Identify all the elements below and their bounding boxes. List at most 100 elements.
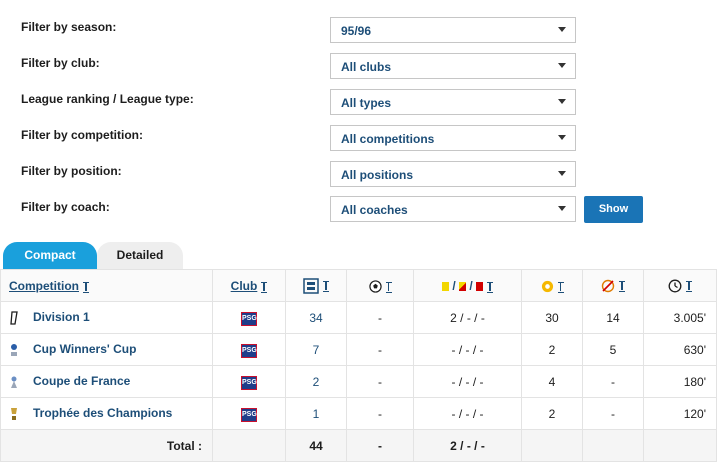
competition-select-value: All competitions [341, 132, 435, 146]
competition-select[interactable]: All competitions [330, 125, 576, 151]
sort-icon[interactable] [83, 281, 89, 293]
cards-cell: - / - / - [413, 333, 522, 366]
assists-cell: 4 [521, 365, 583, 398]
sort-icon[interactable] [619, 281, 625, 293]
appearances-cell[interactable]: 7 [285, 333, 347, 366]
position-select-value: All positions [341, 168, 413, 182]
subbed-off-cell: - [582, 397, 644, 430]
header-goals[interactable] [346, 269, 414, 302]
substitution-icon [601, 279, 615, 293]
header-appearances[interactable] [285, 269, 347, 302]
club-logo[interactable]: PSG [241, 312, 257, 326]
header-competition-label[interactable]: Competition [9, 279, 79, 293]
header-subbed-off[interactable] [582, 269, 644, 302]
total-label: Total : [0, 429, 213, 462]
table-row: Trophée des Champions PSG 1 - - / - / - … [0, 397, 717, 430]
total-goals: - [346, 429, 414, 462]
competition-name-link[interactable]: Trophée des Champions [33, 406, 172, 420]
appearances-cell[interactable]: 2 [285, 365, 347, 398]
filter-panel: Filter by season: 95/96 Filter by club: … [0, 0, 720, 240]
subbed-off-cell: - [582, 365, 644, 398]
club-logo[interactable]: PSG [241, 344, 257, 358]
tab-detailed[interactable]: Detailed [97, 242, 183, 269]
assist-icon [541, 280, 553, 292]
club-cell: PSG [212, 333, 286, 366]
club-cell: PSG [212, 365, 286, 398]
chevron-down-icon [558, 206, 566, 211]
competition-cell: Trophée des Champions [0, 397, 213, 430]
total-assists [521, 429, 583, 462]
position-select[interactable]: All positions [330, 161, 576, 187]
header-club[interactable]: Club [212, 269, 286, 302]
league-type-select[interactable]: All types [330, 89, 576, 115]
appearances-cell[interactable]: 34 [285, 301, 347, 334]
chevron-down-icon [558, 171, 566, 176]
filter-label-league-type: League ranking / League type: [21, 92, 194, 106]
header-cards[interactable]: / / [413, 269, 522, 302]
sort-icon[interactable] [385, 281, 392, 293]
division-1-icon [10, 311, 18, 325]
coach-select[interactable]: All coaches [330, 196, 576, 222]
goals-cell: - [346, 397, 414, 430]
minutes-cell: 630' [643, 333, 717, 366]
table-total-row: Total : 44 - 2 / - / - [0, 429, 717, 462]
filter-row-club: Filter by club: All clubs [0, 53, 720, 92]
sort-icon[interactable] [487, 281, 494, 293]
header-minutes[interactable] [643, 269, 717, 302]
club-logo[interactable]: PSG [241, 376, 257, 390]
subbed-off-cell: 5 [582, 333, 644, 366]
club-cell: PSG [212, 397, 286, 430]
competition-cell: Division 1 [0, 301, 213, 334]
club-cell: PSG [212, 301, 286, 334]
competition-name-link[interactable]: Coupe de France [33, 374, 130, 388]
cards-cell: - / - / - [413, 365, 522, 398]
sort-icon[interactable] [686, 281, 692, 293]
competition-name-link[interactable]: Division 1 [33, 310, 90, 324]
season-select[interactable]: 95/96 [330, 17, 576, 43]
club-select[interactable]: All clubs [330, 53, 576, 79]
table-header-row: Competition Club / / [0, 269, 717, 302]
competition-cell: Cup Winners' Cup [0, 333, 213, 366]
sort-icon[interactable] [323, 281, 329, 292]
chevron-down-icon [558, 27, 566, 32]
competition-name-link[interactable]: Cup Winners' Cup [33, 342, 136, 356]
appearances-cell[interactable]: 1 [285, 397, 347, 430]
competition-cell: Coupe de France [0, 365, 213, 398]
season-select-value: 95/96 [341, 24, 372, 38]
tab-compact[interactable]: Compact [3, 242, 97, 269]
show-button[interactable]: Show [584, 196, 643, 223]
total-minutes [643, 429, 717, 462]
sort-icon[interactable] [261, 281, 268, 293]
chevron-down-icon [558, 99, 566, 104]
filter-row-season: Filter by season: 95/96 [0, 17, 720, 56]
second-yellow-card-icon [459, 281, 466, 291]
goals-cell: - [346, 365, 414, 398]
filter-row-position: Filter by position: All positions [0, 161, 720, 200]
squad-icon [303, 277, 319, 294]
club-select-value: All clubs [341, 60, 392, 74]
club-logo[interactable]: PSG [241, 408, 257, 422]
red-card-icon [476, 281, 484, 291]
minutes-cell: 3.005' [643, 301, 717, 334]
header-club-label[interactable]: Club [231, 279, 258, 293]
cup-winners-cup-icon [11, 343, 17, 356]
cards-cell: - / - / - [413, 397, 522, 430]
filter-label-season: Filter by season: [21, 20, 117, 34]
filter-row-competition: Filter by competition: All competitions [0, 125, 720, 164]
clock-icon [668, 279, 682, 293]
stats-table: Competition Club / / Division 1 PSG 34 -… [0, 269, 717, 462]
total-subbed-off [582, 429, 644, 462]
coupe-de-france-icon [11, 376, 17, 388]
header-competition[interactable]: Competition [0, 269, 213, 302]
assists-cell: 30 [521, 301, 583, 334]
table-row: Division 1 PSG 34 - 2 / - / - 30 14 3.00… [0, 301, 717, 334]
filter-label-competition: Filter by competition: [21, 128, 144, 142]
subbed-off-cell: 14 [582, 301, 644, 334]
header-assists[interactable] [521, 269, 583, 302]
cards-cell: 2 / - / - [413, 301, 522, 334]
chevron-down-icon [558, 63, 566, 68]
filter-label-coach: Filter by coach: [21, 200, 110, 214]
table-row: Coupe de France PSG 2 - - / - / - 4 - 18… [0, 365, 717, 398]
sort-icon[interactable] [557, 281, 564, 293]
filter-label-position: Filter by position: [21, 164, 122, 178]
